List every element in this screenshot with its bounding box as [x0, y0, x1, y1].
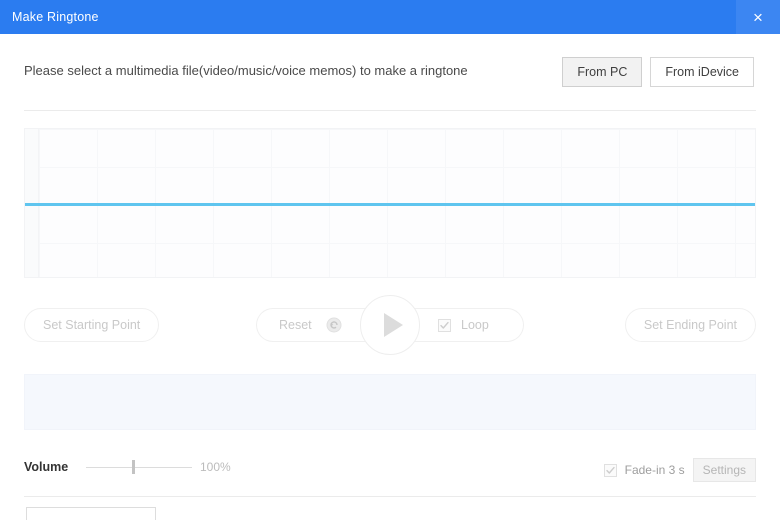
make-ringtone-window: Make Ringtone × Please select a multimed… — [0, 0, 780, 520]
fade-in-group: Fade-in 3 s Settings — [604, 458, 756, 482]
fade-in-checkbox[interactable] — [604, 464, 617, 477]
output-path-field[interactable] — [26, 507, 156, 520]
instruction-text: Please select a multimedia file(video/mu… — [24, 63, 468, 78]
volume-slider-thumb[interactable] — [132, 460, 135, 474]
reset-button[interactable]: Reset — [256, 308, 368, 342]
header-divider — [24, 110, 756, 111]
set-starting-point-button[interactable]: Set Starting Point — [24, 308, 159, 342]
settings-button[interactable]: Settings — [693, 458, 756, 482]
volume-value: 100% — [200, 460, 231, 474]
source-button-group: From PC From iDevice — [562, 57, 754, 87]
playback-group: Reset Loop — [256, 308, 524, 342]
fade-in-label: Fade-in 3 s — [625, 463, 685, 477]
window-title: Make Ringtone — [12, 10, 99, 24]
titlebar: Make Ringtone × — [0, 0, 780, 34]
play-button[interactable] — [360, 295, 420, 355]
play-icon — [384, 313, 403, 337]
timeline-selection-strip[interactable] — [24, 374, 756, 430]
footer-divider — [24, 496, 756, 497]
loop-toggle[interactable]: Loop — [412, 308, 524, 342]
set-ending-point-button[interactable]: Set Ending Point — [625, 308, 756, 342]
from-pc-button[interactable]: From PC — [562, 57, 642, 87]
waveform-baseline — [25, 203, 755, 206]
reset-label: Reset — [279, 318, 312, 332]
header-row: Please select a multimedia file(video/mu… — [0, 34, 780, 110]
volume-slider[interactable] — [86, 466, 192, 469]
volume-label: Volume — [24, 460, 68, 474]
volume-slider-track — [86, 467, 192, 468]
refresh-ccw-icon — [326, 317, 342, 333]
loop-checkbox[interactable] — [438, 319, 451, 332]
volume-row: Volume 100% Fade-in 3 s Settings — [0, 450, 780, 486]
transport-controls: Set Starting Point Reset — [0, 296, 780, 358]
from-idevice-button[interactable]: From iDevice — [650, 57, 754, 87]
close-icon[interactable]: × — [736, 0, 780, 34]
waveform-panel[interactable] — [24, 128, 756, 278]
loop-label: Loop — [461, 318, 489, 332]
